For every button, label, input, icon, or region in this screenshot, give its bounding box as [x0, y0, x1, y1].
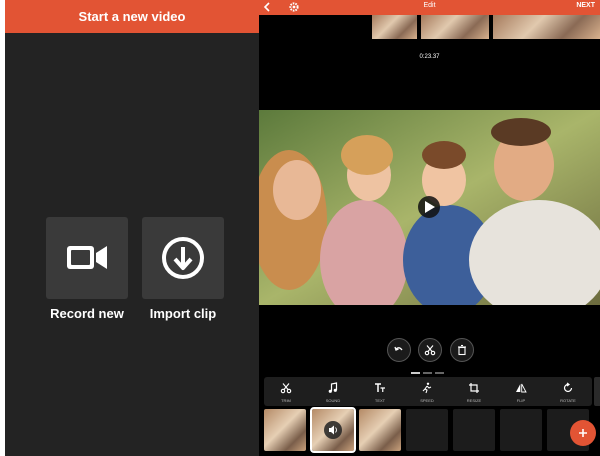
- tool-flip[interactable]: FLIP: [501, 380, 541, 404]
- delete-button[interactable]: [450, 338, 474, 362]
- page-dot: [435, 372, 444, 374]
- scissors-icon: [424, 345, 436, 356]
- tool-label: FLIP: [516, 398, 526, 403]
- edit-toolbar: TRIM SOUND TEXT SPEED RESIZE FLIP ROTATE: [264, 377, 592, 406]
- tool-label: SOUND: [325, 398, 341, 403]
- tool-rotate[interactable]: ROTATE: [548, 380, 588, 404]
- editor-screen: Edit NEXT 0:23.37 TRIM SOUND TEXT SPEED …: [259, 0, 600, 456]
- undo-button[interactable]: [387, 338, 411, 362]
- download-circle-icon: [162, 237, 204, 279]
- speaker-icon[interactable]: [312, 409, 354, 451]
- scissors-icon: [280, 383, 292, 394]
- tool-label: TEXT: [374, 398, 386, 403]
- text-icon: [375, 383, 385, 392]
- start-title: Start a new video: [78, 9, 186, 24]
- start-screen: Start a new video Record new Import clip: [5, 0, 259, 456]
- tool-label: RESIZE: [466, 398, 482, 403]
- editor-header: Edit NEXT: [259, 0, 600, 15]
- clip-thumbnail-selected[interactable]: [310, 407, 356, 453]
- tool-label: ROTATE: [560, 398, 576, 403]
- import-clip-button[interactable]: [142, 217, 224, 299]
- video-camera-icon: [67, 246, 107, 269]
- tool-sound[interactable]: SOUND: [313, 380, 353, 404]
- add-clip-button[interactable]: [570, 420, 596, 446]
- timeline-thumbnail[interactable]: [421, 15, 489, 39]
- import-clip-label: Import clip: [149, 306, 217, 321]
- music-note-icon: [328, 382, 338, 393]
- toolbar-scroll-more[interactable]: [594, 377, 600, 406]
- clip-thumbnail[interactable]: [264, 409, 306, 451]
- clip-slot-empty[interactable]: [406, 409, 448, 451]
- tool-label: SPEED: [420, 398, 434, 403]
- timecode: 0:23.37: [419, 54, 440, 60]
- running-icon: [422, 382, 432, 394]
- tool-label: TRIM: [281, 398, 291, 403]
- trash-icon: [458, 344, 466, 356]
- flip-icon: [516, 383, 527, 393]
- timeline-thumbnail[interactable]: [372, 15, 417, 39]
- start-header: Start a new video: [5, 0, 259, 33]
- split-button[interactable]: [418, 338, 442, 362]
- page-dot: [423, 372, 432, 374]
- tool-trim[interactable]: TRIM: [266, 380, 306, 404]
- clip-slot-empty[interactable]: [453, 409, 495, 451]
- tool-speed[interactable]: SPEED: [407, 380, 447, 404]
- tool-text[interactable]: TEXT: [360, 380, 400, 404]
- video-preview[interactable]: [259, 110, 600, 305]
- rotate-icon: [563, 382, 573, 393]
- page-dot-active: [411, 372, 420, 374]
- timeline-thumbnail[interactable]: [493, 15, 600, 39]
- undo-icon: [394, 346, 403, 351]
- clip-slot-empty[interactable]: [500, 409, 542, 451]
- record-new-button[interactable]: [46, 217, 128, 299]
- tool-resize[interactable]: RESIZE: [454, 380, 494, 404]
- crop-icon: [469, 383, 479, 393]
- plus-icon: [579, 429, 587, 437]
- next-button[interactable]: NEXT: [576, 2, 595, 9]
- editor-title: Edit: [423, 2, 436, 9]
- clip-thumbnail[interactable]: [359, 409, 401, 451]
